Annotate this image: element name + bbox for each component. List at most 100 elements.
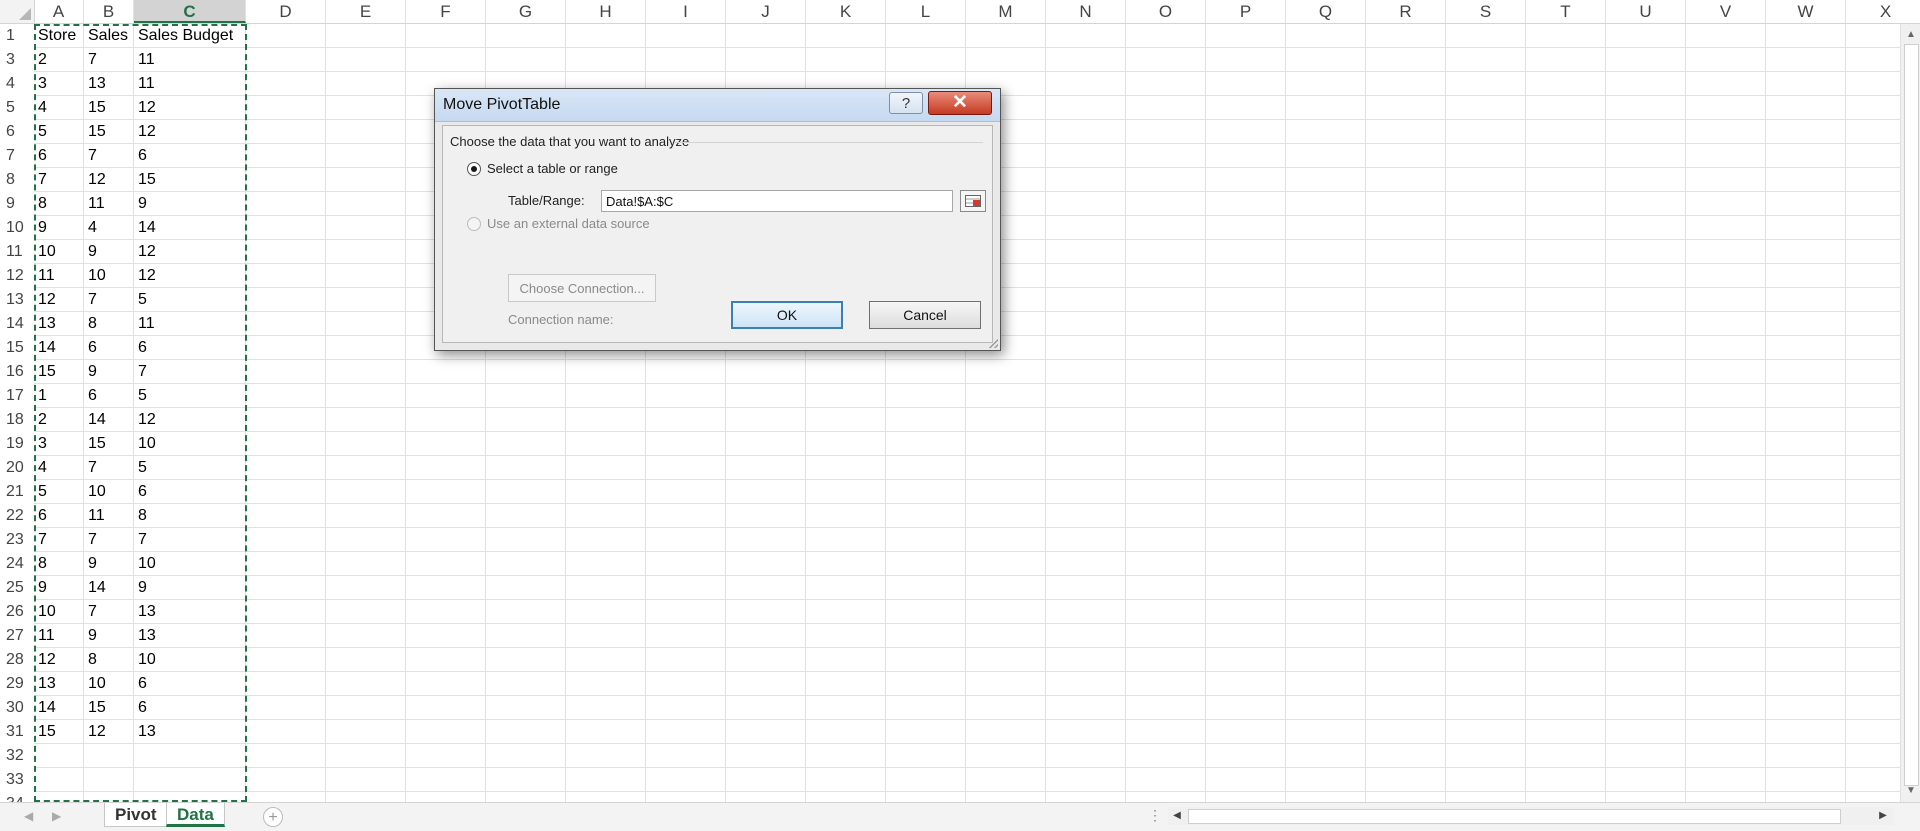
resize-grip-icon[interactable] bbox=[988, 338, 998, 348]
grid-row-line bbox=[34, 767, 1900, 768]
row-header[interactable]: 13 bbox=[0, 288, 34, 312]
cancel-button[interactable]: Cancel bbox=[869, 301, 981, 329]
select-table-radio[interactable] bbox=[467, 162, 481, 176]
table-range-label: Table/Range: bbox=[508, 193, 585, 208]
row-header[interactable]: 24 bbox=[0, 552, 34, 576]
help-button[interactable]: ? bbox=[889, 92, 923, 114]
column-header-S[interactable]: S bbox=[1446, 0, 1526, 23]
row-header[interactable]: 30 bbox=[0, 696, 34, 720]
column-header-M[interactable]: M bbox=[966, 0, 1046, 23]
row-header[interactable]: 15 bbox=[0, 336, 34, 360]
row-header[interactable]: 22 bbox=[0, 504, 34, 528]
add-sheet-icon[interactable]: + bbox=[263, 807, 283, 827]
column-header-O[interactable]: O bbox=[1126, 0, 1206, 23]
row-header[interactable]: 6 bbox=[0, 120, 34, 144]
row-header[interactable]: 10 bbox=[0, 216, 34, 240]
connection-name-label: Connection name: bbox=[508, 312, 614, 327]
column-header-T[interactable]: T bbox=[1526, 0, 1606, 23]
row-header[interactable]: 14 bbox=[0, 312, 34, 336]
column-header-U[interactable]: U bbox=[1606, 0, 1686, 23]
column-header-G[interactable]: G bbox=[486, 0, 566, 23]
row-header[interactable]: 27 bbox=[0, 624, 34, 648]
row-header[interactable]: 26 bbox=[0, 600, 34, 624]
range-collapse-button[interactable] bbox=[960, 190, 986, 212]
horizontal-scrollbar[interactable]: ◀ ▶ bbox=[1168, 807, 1894, 825]
column-header-C[interactable]: C bbox=[134, 0, 246, 23]
scroll-right-icon[interactable]: ▶ bbox=[1874, 807, 1892, 825]
row-header[interactable]: 9 bbox=[0, 192, 34, 216]
horizontal-scroll-thumb[interactable] bbox=[1188, 809, 1841, 824]
grid-row-line bbox=[34, 407, 1900, 408]
sheet-nav-left-icon[interactable]: ◀ bbox=[24, 809, 33, 823]
column-header-J[interactable]: J bbox=[726, 0, 806, 23]
row-header[interactable]: 12 bbox=[0, 264, 34, 288]
column-header-D[interactable]: D bbox=[246, 0, 326, 23]
sheet-tab-bar: ◀ ▶ Pivot Data + ⋮ ◀ ▶ bbox=[0, 802, 1920, 831]
row-header[interactable]: 11 bbox=[0, 240, 34, 264]
row-header[interactable]: 5 bbox=[0, 96, 34, 120]
sheet-nav-right-icon[interactable]: ▶ bbox=[52, 809, 61, 823]
row-header[interactable]: 17 bbox=[0, 384, 34, 408]
column-header-W[interactable]: W bbox=[1766, 0, 1846, 23]
vertical-scroll-thumb[interactable] bbox=[1904, 44, 1919, 786]
row-header[interactable]: 29 bbox=[0, 672, 34, 696]
row-header[interactable]: 33 bbox=[0, 768, 34, 792]
row-header[interactable]: 18 bbox=[0, 408, 34, 432]
row-header[interactable]: 8 bbox=[0, 168, 34, 192]
section-divider bbox=[675, 142, 983, 143]
external-source-label[interactable]: Use an external data source bbox=[487, 216, 650, 231]
grid-row-line bbox=[34, 359, 1900, 360]
column-header-B[interactable]: B bbox=[84, 0, 134, 23]
column-header-L[interactable]: L bbox=[886, 0, 966, 23]
grid-column-line bbox=[1845, 24, 1846, 802]
row-header[interactable]: 25 bbox=[0, 576, 34, 600]
scroll-left-icon[interactable]: ◀ bbox=[1168, 807, 1186, 825]
row-header[interactable]: 3 bbox=[0, 48, 34, 72]
grid-row-line bbox=[34, 431, 1900, 432]
row-header[interactable]: 28 bbox=[0, 648, 34, 672]
row-header[interactable]: 20 bbox=[0, 456, 34, 480]
move-pivottable-dialog: Move PivotTable ? ✕ Choose the data that… bbox=[434, 88, 1001, 351]
section-label: Choose the data that you want to analyze bbox=[450, 134, 690, 149]
sheet-tab-data[interactable]: Data bbox=[166, 803, 225, 827]
dialog-title-bar[interactable]: Move PivotTable ? ✕ bbox=[435, 89, 1000, 122]
column-header-F[interactable]: F bbox=[406, 0, 486, 23]
table-range-input[interactable] bbox=[601, 190, 953, 212]
row-header[interactable]: 4 bbox=[0, 72, 34, 96]
row-header[interactable]: 32 bbox=[0, 744, 34, 768]
grid-row-line bbox=[34, 647, 1900, 648]
row-header[interactable]: 19 bbox=[0, 432, 34, 456]
row-header[interactable]: 31 bbox=[0, 720, 34, 744]
select-table-label[interactable]: Select a table or range bbox=[487, 161, 618, 176]
column-header-R[interactable]: R bbox=[1366, 0, 1446, 23]
column-header-Q[interactable]: Q bbox=[1286, 0, 1366, 23]
column-header-A[interactable]: A bbox=[34, 0, 84, 23]
column-header-I[interactable]: I bbox=[646, 0, 726, 23]
row-header[interactable]: 34 bbox=[0, 792, 34, 802]
scroll-up-icon[interactable]: ▲ bbox=[1901, 26, 1920, 44]
vertical-scrollbar[interactable]: ▲ ▼ bbox=[1900, 24, 1920, 802]
select-all-corner[interactable] bbox=[0, 0, 35, 23]
tab-splitter-icon[interactable]: ⋮ bbox=[1148, 807, 1162, 824]
scroll-down-icon[interactable]: ▼ bbox=[1901, 782, 1920, 800]
column-header-E[interactable]: E bbox=[326, 0, 406, 23]
column-header-K[interactable]: K bbox=[806, 0, 886, 23]
grid-row-line bbox=[34, 527, 1900, 528]
grid-row-line bbox=[34, 47, 1900, 48]
column-header-N[interactable]: N bbox=[1046, 0, 1126, 23]
external-source-radio[interactable] bbox=[467, 217, 481, 231]
row-header[interactable]: 1 bbox=[0, 24, 34, 48]
row-header[interactable]: 21 bbox=[0, 480, 34, 504]
grid-row-line bbox=[34, 695, 1900, 696]
row-header[interactable]: 23 bbox=[0, 528, 34, 552]
column-header-P[interactable]: P bbox=[1206, 0, 1286, 23]
column-header-H[interactable]: H bbox=[566, 0, 646, 23]
ok-button[interactable]: OK bbox=[731, 301, 843, 329]
column-header-V[interactable]: V bbox=[1686, 0, 1766, 23]
row-header[interactable]: 7 bbox=[0, 144, 34, 168]
sheet-tab-pivot[interactable]: Pivot bbox=[104, 803, 168, 827]
choose-connection-button[interactable]: Choose Connection... bbox=[508, 274, 656, 302]
close-button[interactable]: ✕ bbox=[928, 91, 992, 115]
row-header[interactable]: 16 bbox=[0, 360, 34, 384]
column-header-X[interactable]: X bbox=[1846, 0, 1920, 23]
